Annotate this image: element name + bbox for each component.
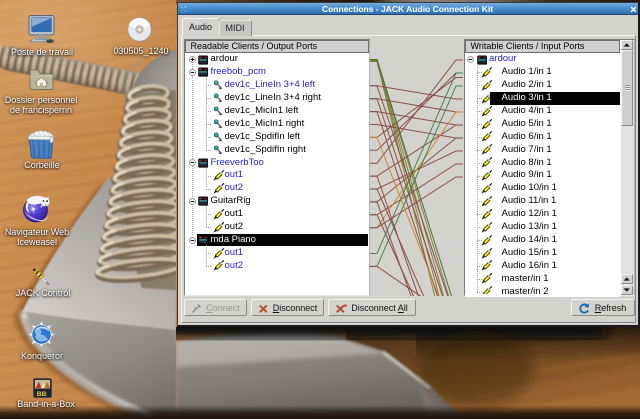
svg-text:BB: BB [37,391,47,398]
